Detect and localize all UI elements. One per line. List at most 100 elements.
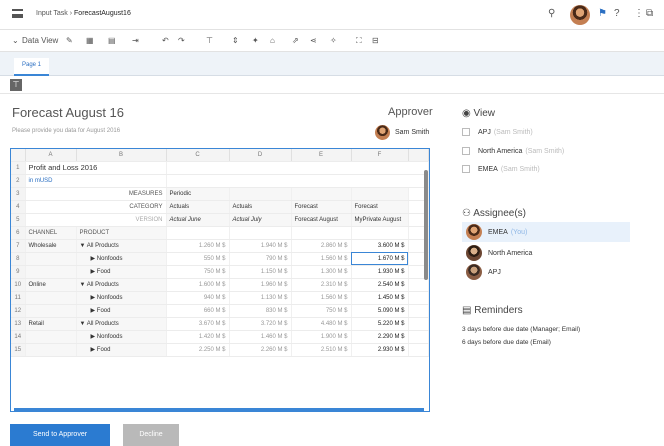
product-cell[interactable]: ▶ Nonfoods (76, 252, 167, 266)
value-cell[interactable]: 2.860 M $ (291, 239, 352, 253)
breadcrumb-parent[interactable]: Input Task (36, 10, 68, 17)
table-icon[interactable]: ▦ (86, 36, 94, 45)
format-icon[interactable]: ✦ (252, 36, 259, 45)
value-cell[interactable]: 790 M $ (229, 252, 292, 266)
value-cell[interactable]: 1.560 M $ (291, 252, 352, 266)
view-option[interactable]: APJ (Sam Smith) (462, 128, 533, 136)
redo-icon[interactable]: ↷ (178, 36, 185, 45)
value-cell[interactable]: 1.930 M $ (351, 265, 409, 279)
wand-icon[interactable]: ✧ (330, 36, 337, 45)
share-icon[interactable]: ⋖ (310, 36, 317, 45)
value-cell[interactable]: 830 M $ (229, 304, 292, 318)
value-cell[interactable]: 3.600 M $ (351, 239, 409, 253)
product-header: PRODUCT (76, 226, 167, 240)
value-cell[interactable]: 2.250 M $ (166, 343, 230, 357)
value-cell[interactable]: 750 M $ (166, 265, 230, 279)
product-cell[interactable]: ▶ Food (76, 343, 167, 357)
view-name: EMEA (478, 165, 498, 173)
view-option[interactable]: EMEA (Sam Smith) (462, 165, 540, 173)
value-cell[interactable]: 1.260 M $ (166, 239, 230, 253)
checkbox[interactable] (462, 128, 470, 136)
column-header[interactable]: F (351, 149, 409, 162)
value-cell[interactable]: 1.150 M $ (229, 265, 292, 279)
row-number: 15 (11, 343, 26, 357)
user-avatar[interactable] (570, 5, 590, 25)
column-header-row: A B C D E F (11, 149, 429, 162)
more-icon[interactable]: ⋮ (634, 8, 644, 19)
value-cell[interactable]: 940 M $ (166, 291, 230, 305)
grid-row: 2 in mUSD (11, 174, 429, 188)
view-title: View (473, 108, 496, 119)
view-option[interactable]: North America (Sam Smith) (462, 147, 564, 155)
lock-icon[interactable]: ⌂ (270, 36, 275, 45)
collapse-icon[interactable]: ⌄ (12, 36, 19, 45)
filter-toggle-icon[interactable]: ⊤ (10, 79, 22, 91)
product-cell[interactable]: ▼ All Products (76, 317, 167, 331)
assignee-item[interactable]: EMEA (You) (462, 222, 630, 242)
checkbox[interactable] (462, 147, 470, 155)
fullscreen-icon[interactable]: ⛶ (356, 36, 362, 46)
product-cell[interactable]: ▶ Food (76, 265, 167, 279)
value-cell[interactable]: 1.600 M $ (166, 278, 230, 292)
value-cell[interactable]: 1.670 M $ (351, 252, 409, 266)
column-header[interactable]: D (229, 149, 292, 162)
value-cell[interactable]: 1.300 M $ (291, 265, 352, 279)
filter-icon[interactable]: ⊤ (206, 36, 213, 45)
column-header[interactable]: E (291, 149, 352, 162)
layout-icon[interactable]: ⊟ (372, 36, 379, 45)
value-cell[interactable]: 2.260 M $ (229, 343, 292, 357)
horizontal-scrollbar[interactable] (14, 408, 424, 412)
approver-name: Sam Smith (395, 129, 430, 136)
value-cell[interactable]: 3.720 M $ (229, 317, 292, 331)
value-cell[interactable]: 5.220 M $ (351, 317, 409, 331)
view-owner: (Sam Smith) (525, 147, 565, 155)
value-cell[interactable]: 1.450 M $ (351, 291, 409, 305)
product-cell[interactable]: ▼ All Products (76, 278, 167, 292)
column-header[interactable]: A (25, 149, 77, 162)
value-cell[interactable]: 1.560 M $ (291, 291, 352, 305)
value-cell[interactable]: 2.930 M $ (351, 343, 409, 357)
panel-icon[interactable]: ⧉ (646, 8, 653, 19)
value-cell[interactable]: 750 M $ (291, 304, 352, 318)
value-cell[interactable]: 2.510 M $ (291, 343, 352, 357)
menu-icon[interactable] (12, 9, 23, 18)
tab-page-1[interactable]: Page 1 (14, 58, 50, 76)
chart-icon[interactable]: ▤ (108, 36, 116, 45)
product-cell[interactable]: ▶ Nonfoods (76, 291, 167, 305)
column-header[interactable]: B (76, 149, 167, 162)
undo-icon[interactable]: ↶ (162, 36, 169, 45)
assignee-item[interactable]: APJ (462, 262, 630, 282)
value-cell[interactable]: 2.540 M $ (351, 278, 409, 292)
value-cell[interactable]: 1.460 M $ (229, 330, 292, 344)
edit-icon[interactable]: ✎ (66, 36, 73, 45)
insert-icon[interactable]: ⇥ (132, 36, 139, 45)
value-cell[interactable]: 4.480 M $ (291, 317, 352, 331)
pin-icon[interactable]: ⇗ (292, 36, 299, 45)
search-icon[interactable]: ⚲ (548, 8, 555, 19)
value-cell[interactable]: 3.670 M $ (166, 317, 230, 331)
value-cell[interactable]: 5.090 M $ (351, 304, 409, 318)
data-view-menu[interactable]: Data View (22, 36, 58, 45)
value-cell[interactable]: 660 M $ (166, 304, 230, 318)
version-label: VERSION (25, 213, 167, 227)
value-cell[interactable]: 1.130 M $ (229, 291, 292, 305)
product-cell[interactable]: ▶ Food (76, 304, 167, 318)
product-cell[interactable]: ▶ Nonfoods (76, 330, 167, 344)
value-cell[interactable]: 550 M $ (166, 252, 230, 266)
checkbox[interactable] (462, 165, 470, 173)
value-cell[interactable]: 1.960 M $ (229, 278, 292, 292)
help-icon[interactable]: ? (614, 8, 620, 19)
value-cell[interactable]: 2.290 M $ (351, 330, 409, 344)
vertical-scrollbar[interactable] (424, 170, 428, 280)
sort-icon[interactable]: ⇕ (232, 36, 239, 45)
assignees-title: Assignee(s) (473, 208, 527, 219)
assignee-item[interactable]: North America (462, 243, 630, 263)
value-cell[interactable]: 1.900 M $ (291, 330, 352, 344)
column-header[interactable]: C (166, 149, 230, 162)
value-cell[interactable]: 1.420 M $ (166, 330, 230, 344)
notifications-icon[interactable]: ⚑ (598, 8, 607, 19)
value-cell[interactable]: 1.940 M $ (229, 239, 292, 253)
channel-cell: Wholesale (25, 239, 77, 253)
product-cell[interactable]: ▼ All Products (76, 239, 167, 253)
value-cell[interactable]: 2.310 M $ (291, 278, 352, 292)
